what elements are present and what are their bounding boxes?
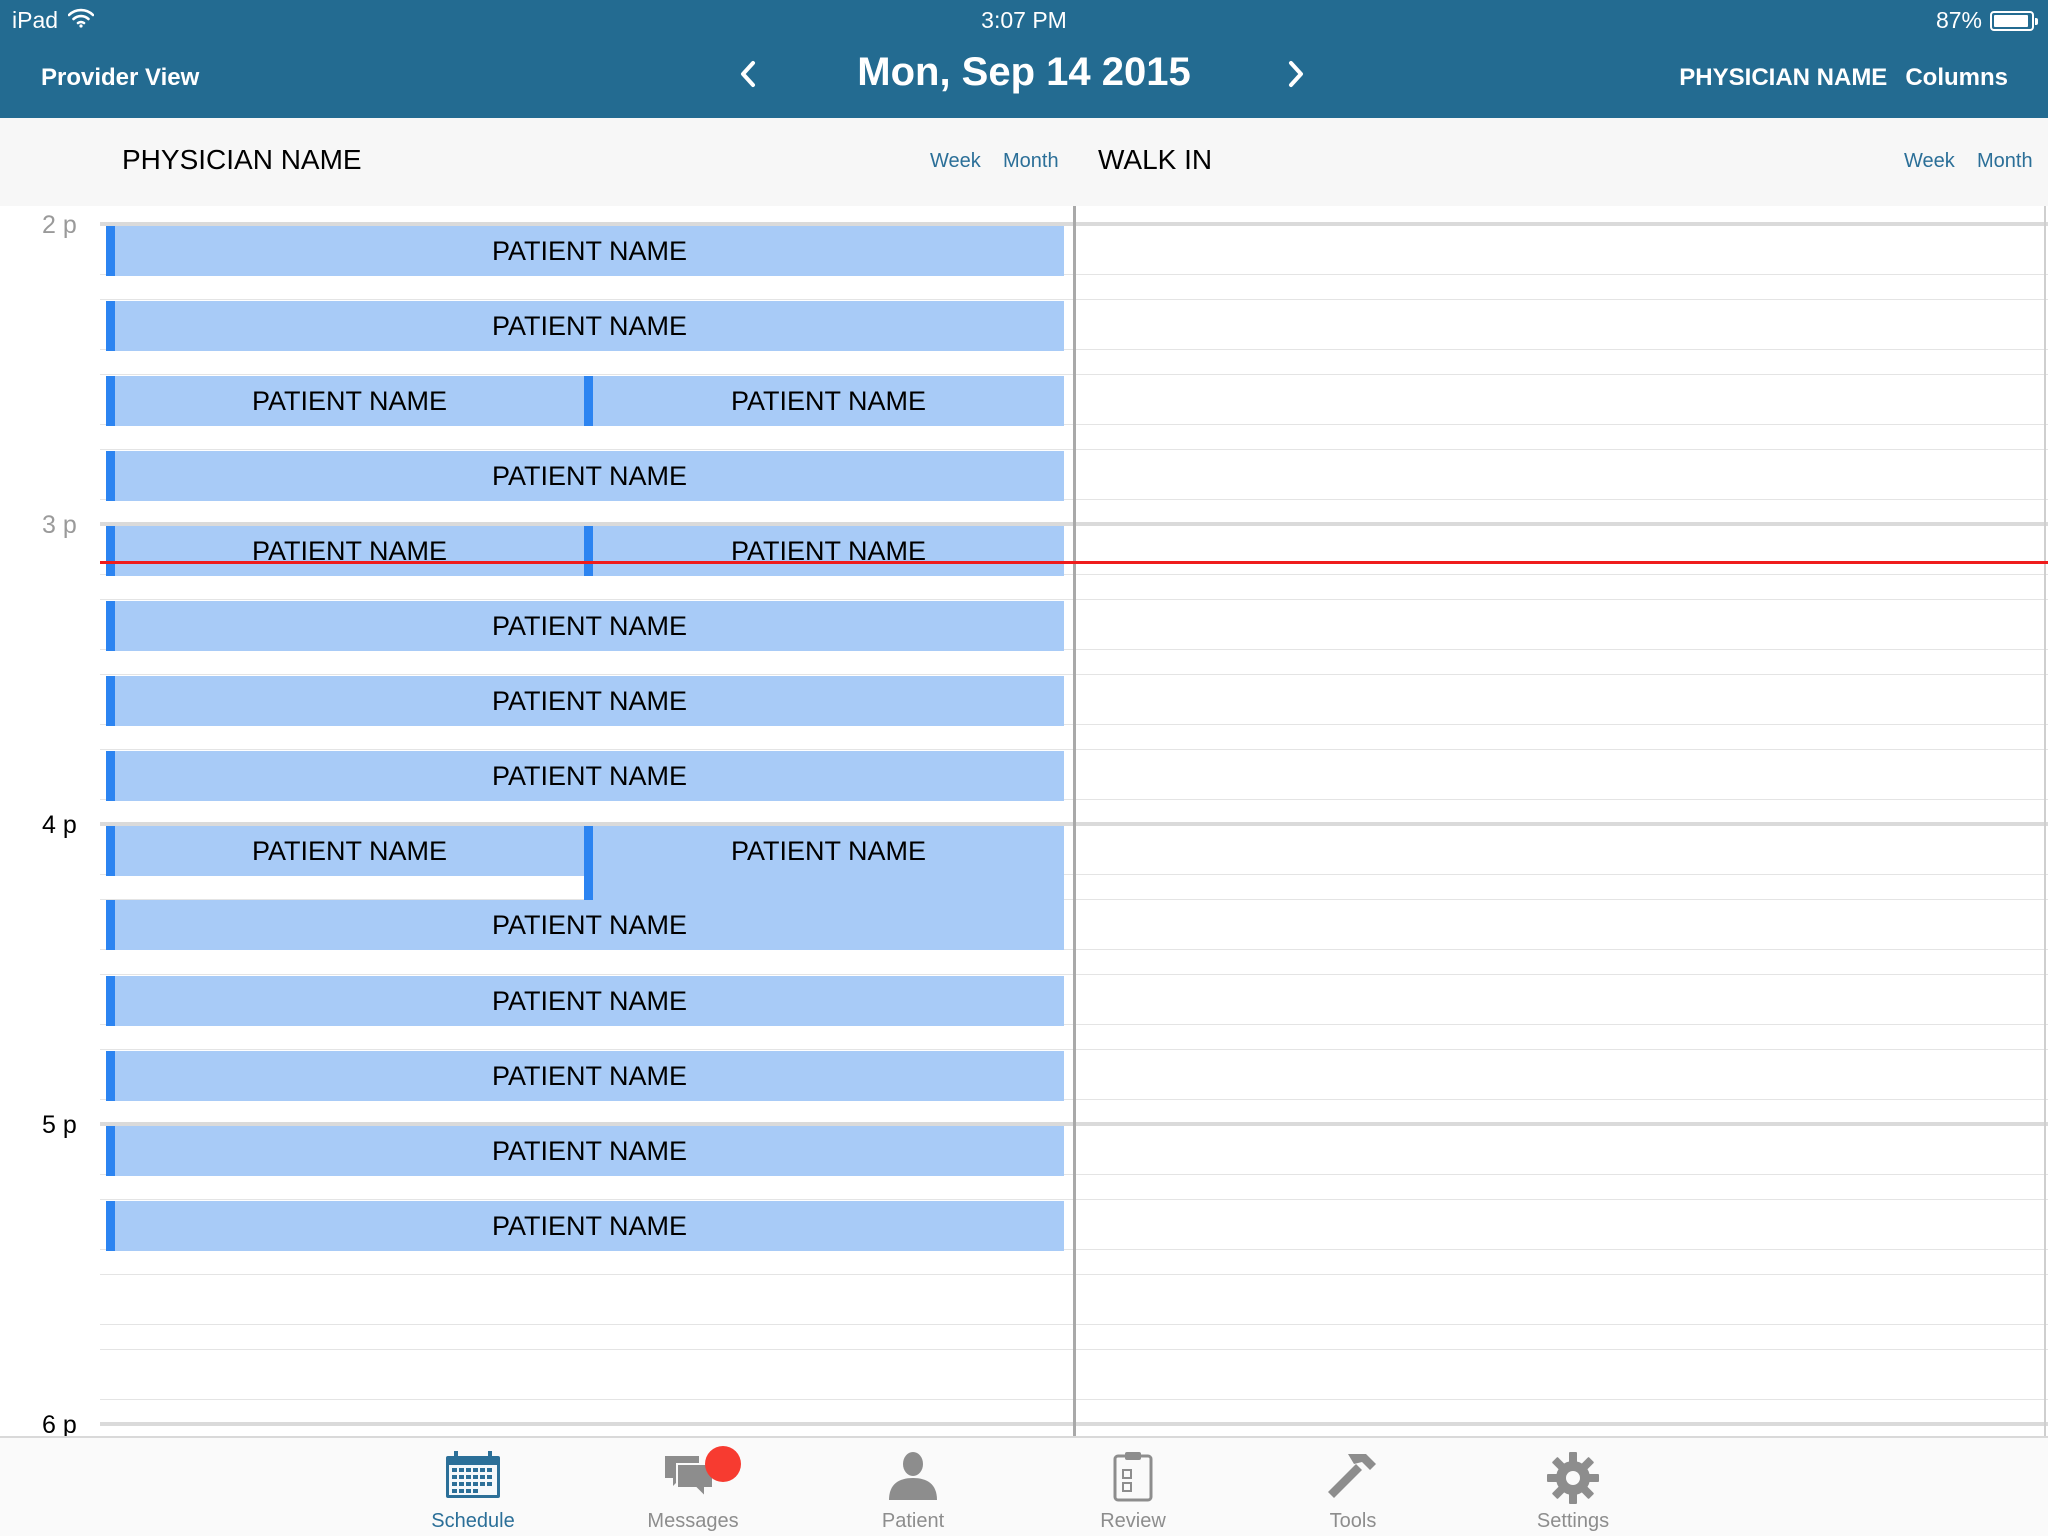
appointment-block[interactable]: PATIENT NAME bbox=[106, 1126, 1064, 1176]
appointment-block[interactable]: PATIENT NAME bbox=[106, 301, 1064, 351]
nav-right-actions: PHYSICIAN NAME Columns bbox=[1679, 64, 2008, 92]
battery-icon bbox=[1990, 10, 2038, 31]
tab-patient[interactable]: Patient bbox=[833, 1438, 993, 1538]
physician-week-link[interactable]: Week bbox=[930, 150, 981, 173]
appointment-block[interactable]: PATIENT NAME bbox=[106, 751, 1064, 801]
hour-label: 3 p bbox=[42, 511, 77, 539]
current-time-indicator bbox=[100, 561, 2048, 564]
tab-label: Patient bbox=[881, 1510, 945, 1532]
next-day-button[interactable] bbox=[1276, 54, 1316, 94]
columns-button[interactable]: Columns bbox=[1905, 64, 2008, 92]
clipboard-icon bbox=[1111, 1450, 1155, 1507]
tab-label: Messages bbox=[647, 1510, 739, 1532]
appointment-block[interactable]: PATIENT NAME bbox=[106, 1201, 1064, 1251]
appointment-block[interactable]: PATIENT NAME bbox=[584, 526, 1064, 576]
calendar-icon bbox=[444, 1450, 502, 1505]
column-title-walk-in: WALK IN bbox=[1098, 144, 1213, 175]
appointment-block[interactable]: PATIENT NAME bbox=[106, 676, 1064, 726]
column-divider bbox=[1073, 206, 1076, 1438]
chevron-right-icon bbox=[1289, 61, 1303, 87]
hour-label: 4 p bbox=[42, 811, 77, 839]
battery-status: 87% bbox=[1935, 7, 2038, 34]
appointment-block[interactable]: PATIENT NAME bbox=[106, 976, 1064, 1026]
tab-label: Review bbox=[1100, 1510, 1166, 1532]
appointment-block[interactable]: PATIENT NAME bbox=[584, 826, 1064, 900]
person-icon bbox=[885, 1450, 941, 1507]
tab-settings[interactable]: Settings bbox=[1493, 1438, 1653, 1538]
appointment-block[interactable]: PATIENT NAME bbox=[106, 526, 584, 576]
appointment-block[interactable]: PATIENT NAME bbox=[106, 601, 1064, 651]
gear-icon bbox=[1545, 1450, 1601, 1511]
battery-percent: 87% bbox=[1935, 7, 1982, 33]
tab-review[interactable]: Review bbox=[1053, 1438, 1213, 1538]
appointment-block[interactable]: PATIENT NAME bbox=[106, 900, 1064, 950]
column-title-physician: PHYSICIAN NAME bbox=[122, 144, 362, 175]
tab-label: Schedule bbox=[431, 1510, 515, 1532]
tab-label: Tools bbox=[1329, 1510, 1377, 1532]
tab-tools[interactable]: Tools bbox=[1273, 1438, 1433, 1538]
navigation-bar: iPad 3:07 PM 87% Provider View Mon, Sep … bbox=[0, 0, 2048, 118]
appointment-block[interactable]: PATIENT NAME bbox=[106, 1051, 1064, 1101]
tab-label: Settings bbox=[1536, 1510, 1610, 1532]
appointment-block[interactable]: PATIENT NAME bbox=[106, 226, 1064, 276]
appointment-block[interactable]: PATIENT NAME bbox=[106, 376, 584, 426]
tab-messages[interactable]: Messages bbox=[613, 1438, 773, 1538]
status-time: 3:07 PM bbox=[981, 7, 1067, 33]
notification-badge bbox=[705, 1446, 741, 1482]
hour-label: 2 p bbox=[42, 211, 77, 239]
tab-bar: Schedule Messages Patient Review Tools S… bbox=[0, 1436, 2048, 1536]
hammer-icon bbox=[1326, 1450, 1380, 1507]
physician-selector[interactable]: PHYSICIAN NAME bbox=[1679, 64, 1887, 92]
status-bar: iPad 3:07 PM 87% bbox=[0, 0, 2048, 42]
appointment-block[interactable]: PATIENT NAME bbox=[106, 451, 1064, 501]
appointment-block[interactable]: PATIENT NAME bbox=[584, 376, 1064, 426]
hour-label: 5 p bbox=[42, 1111, 77, 1139]
tab-schedule[interactable]: Schedule bbox=[393, 1438, 553, 1538]
grid-right-edge bbox=[2044, 206, 2046, 1438]
physician-month-link[interactable]: Month bbox=[1003, 150, 1059, 173]
walk-in-week-link[interactable]: Week bbox=[1904, 150, 1955, 173]
appointment-block[interactable]: PATIENT NAME bbox=[106, 826, 584, 876]
walk-in-month-link[interactable]: Month bbox=[1977, 150, 2033, 173]
